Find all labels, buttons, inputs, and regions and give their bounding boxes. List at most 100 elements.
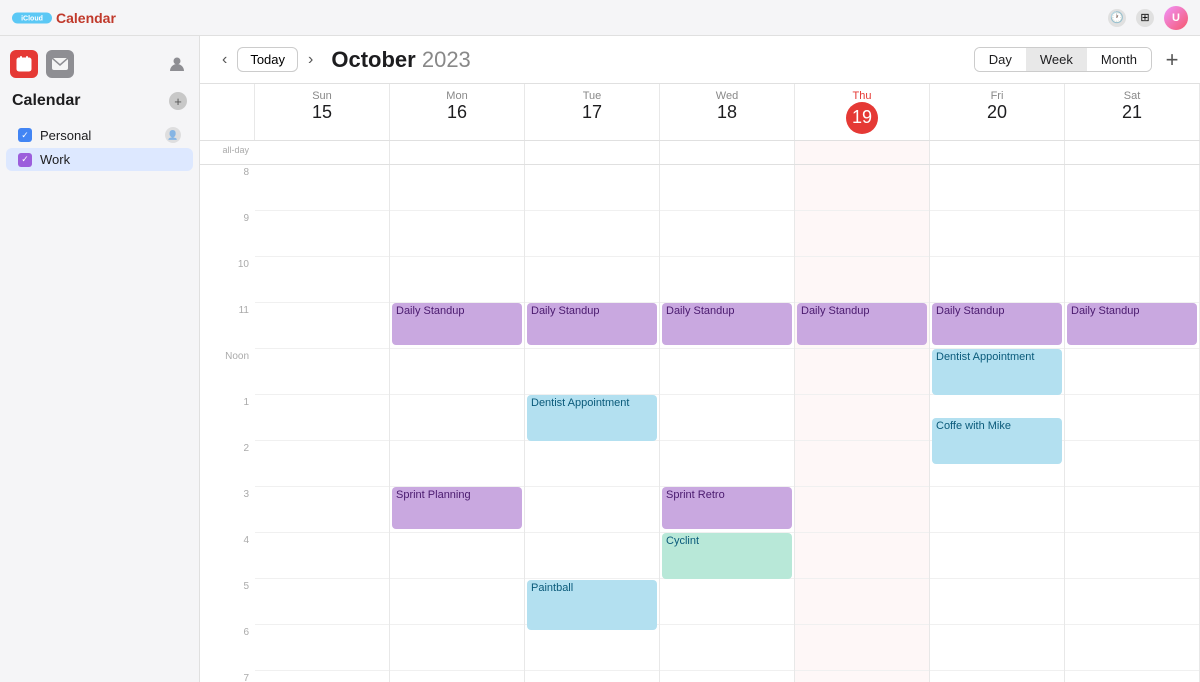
day-num-4: 19 bbox=[846, 102, 878, 134]
day-col-sat: Daily Standup bbox=[1065, 165, 1200, 682]
event-dentist-tue[interactable]: Dentist Appointment bbox=[527, 395, 657, 441]
day-name-1: Mon bbox=[446, 90, 467, 102]
event-label: Daily Standup bbox=[801, 305, 870, 317]
sidebar-item-personal[interactable]: ✓ Personal 👤 bbox=[6, 123, 193, 147]
day-header-0: Sun 15 bbox=[255, 84, 390, 140]
event-sprint-retro[interactable]: Sprint Retro bbox=[662, 487, 792, 529]
day-col-mon: Daily Standup Sprint Planning bbox=[390, 165, 525, 682]
time-labels: 8 9 10 11 Noon 1 2 3 4 5 6 7 bbox=[200, 165, 255, 682]
corner-cell bbox=[200, 84, 255, 140]
day-num-3: 18 bbox=[664, 102, 790, 124]
event-daily-standup-mon[interactable]: Daily Standup bbox=[392, 303, 522, 345]
profile-icon[interactable] bbox=[165, 52, 189, 76]
calendar-area: ‹ Today › October 2023 Day Week Month + bbox=[200, 36, 1200, 682]
event-daily-standup-thu[interactable]: Daily Standup bbox=[797, 303, 927, 345]
event-label: Sprint Retro bbox=[666, 489, 725, 501]
event-label: Daily Standup bbox=[1071, 305, 1140, 317]
event-cyclint[interactable]: Cyclint bbox=[662, 533, 792, 579]
app-logo: iCloud Calendar bbox=[12, 10, 116, 26]
calendar-icon[interactable] bbox=[10, 50, 38, 78]
day-col-fri: Daily Standup Dentist Appointment Coffe … bbox=[930, 165, 1065, 682]
hour-1: 1 bbox=[200, 395, 255, 441]
hour-9: 9 bbox=[200, 211, 255, 257]
top-bar: iCloud Calendar 🕐 ⊞ U bbox=[0, 0, 1200, 36]
calendar-list: ✓ Personal 👤 ✓ Work bbox=[0, 120, 199, 174]
all-day-sun bbox=[255, 141, 390, 164]
day-name-6: Sat bbox=[1124, 90, 1141, 102]
event-daily-standup-sat[interactable]: Daily Standup bbox=[1067, 303, 1197, 345]
month-view-button[interactable]: Month bbox=[1087, 48, 1151, 71]
hour-4: 4 bbox=[200, 533, 255, 579]
view-switcher: Day Week Month bbox=[974, 47, 1152, 72]
prev-button[interactable]: ‹ bbox=[216, 49, 233, 71]
day-num-2: 17 bbox=[529, 102, 655, 124]
event-label: Coffe with Mike bbox=[936, 420, 1011, 432]
app-name: Calendar bbox=[56, 10, 116, 26]
event-sprint-planning[interactable]: Sprint Planning bbox=[392, 487, 522, 529]
mail-icon[interactable] bbox=[46, 50, 74, 78]
sidebar-title: Calendar bbox=[12, 92, 80, 110]
day-num-0: 15 bbox=[259, 102, 385, 124]
personal-action-icon[interactable]: 👤 bbox=[165, 127, 181, 143]
today-button[interactable]: Today bbox=[237, 47, 298, 72]
day-header-1: Mon 16 bbox=[390, 84, 525, 140]
all-day-mon bbox=[390, 141, 525, 164]
day-header-4: Thu 19 bbox=[795, 84, 930, 140]
day-col-tue: Daily Standup Dentist Appointment Paintb… bbox=[525, 165, 660, 682]
day-num-6: 21 bbox=[1069, 102, 1195, 124]
day-view-button[interactable]: Day bbox=[975, 48, 1026, 71]
day-name-4: Thu bbox=[853, 90, 872, 102]
day-header-6: Sat 21 bbox=[1065, 84, 1200, 140]
day-name-0: Sun bbox=[312, 90, 332, 102]
event-label: Paintball bbox=[531, 582, 573, 594]
calendar-title: October 2023 bbox=[331, 47, 470, 73]
day-name-5: Fri bbox=[991, 90, 1004, 102]
add-calendar-button[interactable]: + bbox=[169, 92, 187, 110]
all-day-fri bbox=[930, 141, 1065, 164]
event-coffe-mike[interactable]: Coffe with Mike bbox=[932, 418, 1062, 464]
day-name-2: Tue bbox=[583, 90, 602, 102]
event-dentist-fri[interactable]: Dentist Appointment bbox=[932, 349, 1062, 395]
event-daily-standup-fri[interactable]: Daily Standup bbox=[932, 303, 1062, 345]
hour-3: 3 bbox=[200, 487, 255, 533]
icloud-logo-icon: iCloud bbox=[12, 10, 52, 26]
clock-icon[interactable]: 🕐 bbox=[1108, 9, 1126, 27]
hour-2: 2 bbox=[200, 441, 255, 487]
event-label: Cyclint bbox=[666, 535, 699, 547]
add-event-button[interactable]: + bbox=[1160, 48, 1184, 72]
all-day-label: all-day bbox=[200, 141, 255, 164]
day-header-2: Tue 17 bbox=[525, 84, 660, 140]
personal-checkbox[interactable]: ✓ bbox=[18, 128, 32, 142]
sidebar-item-work[interactable]: ✓ Work bbox=[6, 148, 193, 171]
all-day-wed bbox=[660, 141, 795, 164]
day-header-3: Wed 18 bbox=[660, 84, 795, 140]
top-bar-right: 🕐 ⊞ U bbox=[1108, 6, 1188, 30]
work-checkbox[interactable]: ✓ bbox=[18, 153, 32, 167]
event-daily-standup-wed[interactable]: Daily Standup bbox=[662, 303, 792, 345]
hour-10: 10 bbox=[200, 257, 255, 303]
main-layout: Calendar + ✓ Personal 👤 ✓ Work bbox=[0, 36, 1200, 682]
week-grid: Sun 15 Mon 16 Tue 17 Wed 18 Thu 19 bbox=[200, 84, 1200, 682]
check-icon: ✓ bbox=[21, 130, 29, 141]
week-view-button[interactable]: Week bbox=[1026, 48, 1087, 71]
all-day-tue bbox=[525, 141, 660, 164]
day-header-5: Fri 20 bbox=[930, 84, 1065, 140]
sidebar: Calendar + ✓ Personal 👤 ✓ Work bbox=[0, 36, 200, 682]
day-name-3: Wed bbox=[716, 90, 738, 102]
event-label: Daily Standup bbox=[396, 305, 465, 317]
day-col-sun bbox=[255, 165, 390, 682]
event-daily-standup-tue[interactable]: Daily Standup bbox=[527, 303, 657, 345]
time-grid: 8 9 10 11 Noon 1 2 3 4 5 6 7 bbox=[200, 165, 1200, 682]
next-button[interactable]: › bbox=[302, 49, 319, 71]
user-avatar[interactable]: U bbox=[1164, 6, 1188, 30]
event-label: Dentist Appointment bbox=[936, 351, 1034, 363]
month-name: October bbox=[331, 47, 415, 72]
hour-7: 7 bbox=[200, 671, 255, 682]
day-num-1: 16 bbox=[394, 102, 520, 124]
event-paintball[interactable]: Paintball bbox=[527, 580, 657, 630]
hour-6: 6 bbox=[200, 625, 255, 671]
svg-text:iCloud: iCloud bbox=[21, 15, 43, 22]
grid-icon[interactable]: ⊞ bbox=[1136, 9, 1154, 27]
day-col-thu: Daily Standup bbox=[795, 165, 930, 682]
hour-8: 8 bbox=[200, 165, 255, 211]
